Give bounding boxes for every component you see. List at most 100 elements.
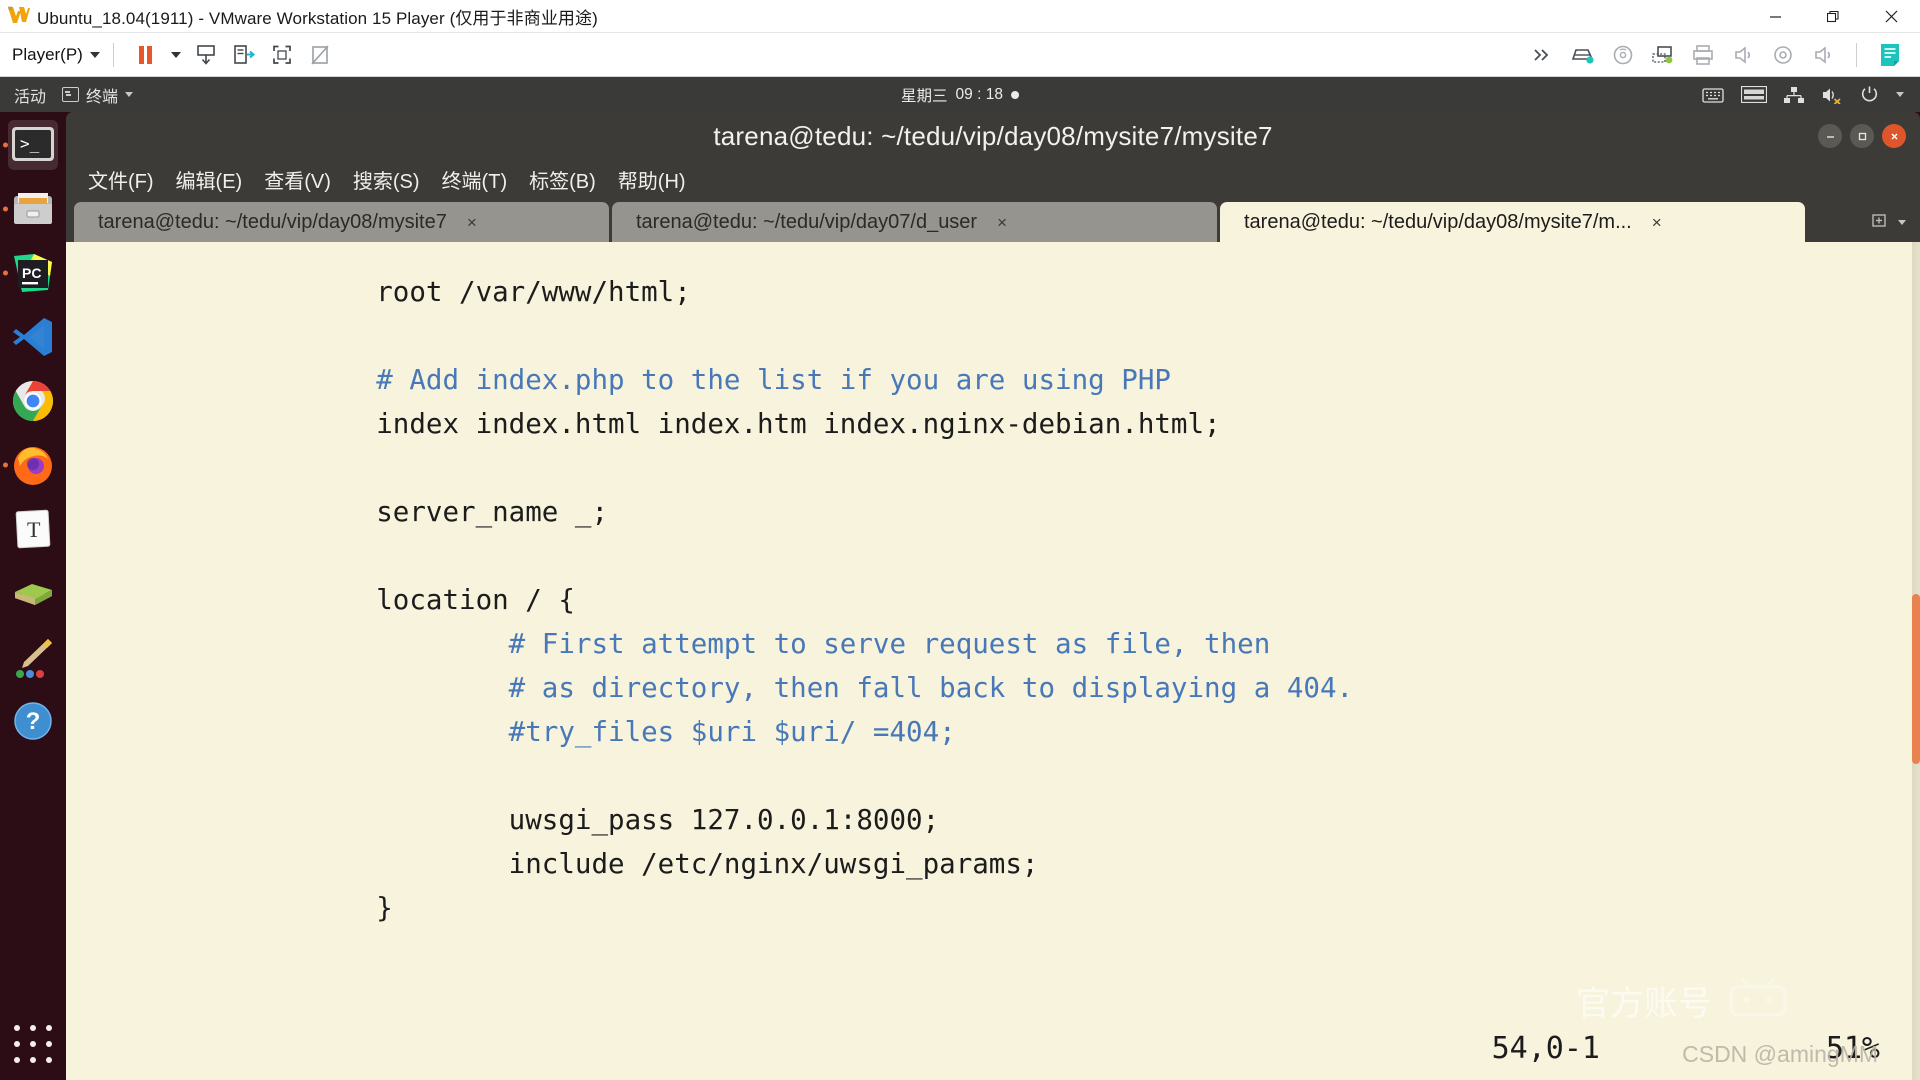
tab-label: tarena@tedu: ~/tedu/vip/day07/d_user <box>636 210 978 233</box>
bilibili-watermark-text: 官方账号 <box>1576 985 1712 1023</box>
dock-item-text-editor[interactable]: T <box>8 504 58 554</box>
code-line-comment: # First attempt to serve request as file… <box>310 628 1271 660</box>
vmware-toolbar-right <box>1523 37 1920 73</box>
send-ctrl-alt-del-icon[interactable] <box>187 37 225 73</box>
dock-item-help[interactable]: ? <box>8 696 58 746</box>
menu-help[interactable]: 帮助(H) <box>614 163 690 196</box>
show-applications-button[interactable] <box>11 1022 55 1066</box>
menu-terminal[interactable]: 终端(T) <box>438 163 512 196</box>
code-line: uwsgi_pass 127.0.0.1:8000; <box>310 804 940 836</box>
dock-item-terminal[interactable]: >_ <box>8 120 58 170</box>
code-line-comment: # Add index.php to the list if you are u… <box>310 364 1171 396</box>
svg-text:?: ? <box>26 708 41 735</box>
menu-tabs[interactable]: 标签(B) <box>525 163 600 196</box>
vmware-title-bar: Ubuntu_18.04(1911) - VMware Workstation … <box>0 0 1920 33</box>
screen-root: Ubuntu_18.04(1911) - VMware Workstation … <box>0 0 1920 1080</box>
terminal-content-area[interactable]: root /var/www/html; # Add index.php to t… <box>66 242 1920 1080</box>
dock-item-pycharm[interactable]: PC <box>8 248 58 298</box>
expand-icon[interactable] <box>1523 37 1563 73</box>
code-line: } <box>310 892 393 924</box>
restore-button[interactable] <box>1804 0 1862 33</box>
svg-text:PC: PC <box>22 265 41 281</box>
bilibili-logo-icon <box>1726 973 1790 1028</box>
usb-controller-icon[interactable] <box>1763 37 1803 73</box>
app-menu-button[interactable]: 终端 <box>62 83 134 107</box>
network-adapter-icon[interactable] <box>1643 37 1683 73</box>
removable-devices-icon[interactable] <box>1563 37 1603 73</box>
code-line: location / { <box>310 584 575 616</box>
printer-icon[interactable] <box>1683 37 1723 73</box>
terminal-title-bar: tarena@tedu: ~/tedu/vip/day08/mysite7/my… <box>66 112 1920 160</box>
code-line: server_name _; <box>310 496 609 528</box>
manage-vm-icon[interactable] <box>225 37 263 73</box>
dock: >_ PC T ? <box>0 112 66 1080</box>
full-screen-icon[interactable] <box>263 37 301 73</box>
tab-close-icon[interactable]: × <box>991 214 1013 231</box>
player-menu-button[interactable]: Player(P) <box>12 45 100 65</box>
vmware-toolbar: Player(P) <box>0 33 1920 77</box>
grid-dots-icon <box>13 1024 20 1031</box>
dock-item-firefox[interactable] <box>8 440 58 490</box>
menu-file[interactable]: 文件(F) <box>84 163 158 196</box>
volume-muted-icon[interactable] <box>1821 86 1843 104</box>
dock-item-vscode[interactable] <box>8 312 58 362</box>
new-tab-icon[interactable] <box>1870 211 1888 234</box>
tab-close-icon[interactable]: × <box>461 214 483 231</box>
tab-d-user[interactable]: tarena@tedu: ~/tedu/vip/day07/d_user × <box>612 202 1217 242</box>
gnome-top-bar: 活动 终端 星期三 09 : 18 <box>0 77 1920 112</box>
menu-edit[interactable]: 编辑(E) <box>172 163 247 196</box>
vmware-logo-icon <box>5 3 31 29</box>
chevron-down-icon <box>125 92 134 97</box>
terminal-tab-bar: tarena@tedu: ~/tedu/vip/day08/mysite7 × … <box>66 198 1920 242</box>
scrollbar-thumb[interactable] <box>1912 593 1920 764</box>
tab-label: tarena@tedu: ~/tedu/vip/day08/mysite7/m.… <box>1244 210 1632 233</box>
dock-item-help-books[interactable] <box>8 568 58 618</box>
pause-icon[interactable] <box>127 37 165 73</box>
speaker-icon[interactable] <box>1803 37 1843 73</box>
toolbar-divider <box>112 42 114 67</box>
vmware-title-text: Ubuntu_18.04(1911) - VMware Workstation … <box>37 8 598 28</box>
cd-dvd-icon[interactable] <box>1603 37 1643 73</box>
code-line: root /var/www/html; <box>310 276 691 308</box>
clock-day: 星期三 <box>901 87 948 105</box>
on-screen-keyboard-icon[interactable] <box>1741 86 1767 103</box>
sound-card-icon[interactable] <box>1723 37 1763 73</box>
dock-item-files[interactable] <box>8 184 58 234</box>
dock-item-chrome[interactable] <box>8 376 58 426</box>
tab-label: tarena@tedu: ~/tedu/vip/day08/mysite7 <box>98 210 447 233</box>
term-maximize-button[interactable] <box>1850 124 1874 148</box>
close-button[interactable] <box>1862 0 1920 33</box>
chevron-down-icon <box>89 51 100 58</box>
terminal-icon <box>62 87 80 102</box>
unity-mode-icon[interactable] <box>301 37 339 73</box>
pause-dropdown-caret-icon[interactable] <box>165 37 187 73</box>
network-wired-icon[interactable] <box>1784 86 1804 104</box>
notes-icon[interactable] <box>1870 37 1910 73</box>
tab-close-icon[interactable]: × <box>1646 214 1668 231</box>
system-menu-caret-icon[interactable] <box>1896 92 1904 97</box>
menu-search[interactable]: 搜索(S) <box>349 163 424 196</box>
toolbar-divider-right <box>1856 42 1857 67</box>
keyboard-icon[interactable] <box>1702 86 1724 104</box>
tab-list-caret-icon[interactable] <box>1898 220 1906 225</box>
power-icon[interactable] <box>1860 85 1879 104</box>
terminal-scrollbar[interactable] <box>1912 242 1920 1080</box>
menu-view[interactable]: 查看(V) <box>260 163 335 196</box>
minimize-button[interactable] <box>1746 0 1804 33</box>
clock-button[interactable]: 星期三 09 : 18 <box>901 84 1019 106</box>
terminal-window-controls <box>1818 124 1906 148</box>
tab-mysite7[interactable]: tarena@tedu: ~/tedu/vip/day08/mysite7 × <box>74 202 609 242</box>
player-menu-label: Player(P) <box>12 44 83 64</box>
tab-mysite7-inner[interactable]: tarena@tedu: ~/tedu/vip/day08/mysite7/m.… <box>1220 202 1805 242</box>
vim-cursor-position: 54,0-1 <box>1491 1031 1600 1066</box>
notification-dot-icon <box>1010 90 1019 99</box>
dock-item-paint[interactable] <box>8 632 58 682</box>
terminal-tabs-right <box>1870 211 1920 242</box>
terminal-text-content: root /var/www/html; # Add index.php to t… <box>66 270 1920 930</box>
activities-button[interactable]: 活动 <box>14 83 46 107</box>
term-close-button[interactable] <box>1882 124 1906 148</box>
code-line-comment: # as directory, then fall back to displa… <box>310 672 1354 704</box>
gnome-status-area[interactable] <box>1702 85 1904 104</box>
code-line-comment: #try_files $uri $uri/ =404; <box>310 716 956 748</box>
term-minimize-button[interactable] <box>1818 124 1842 148</box>
